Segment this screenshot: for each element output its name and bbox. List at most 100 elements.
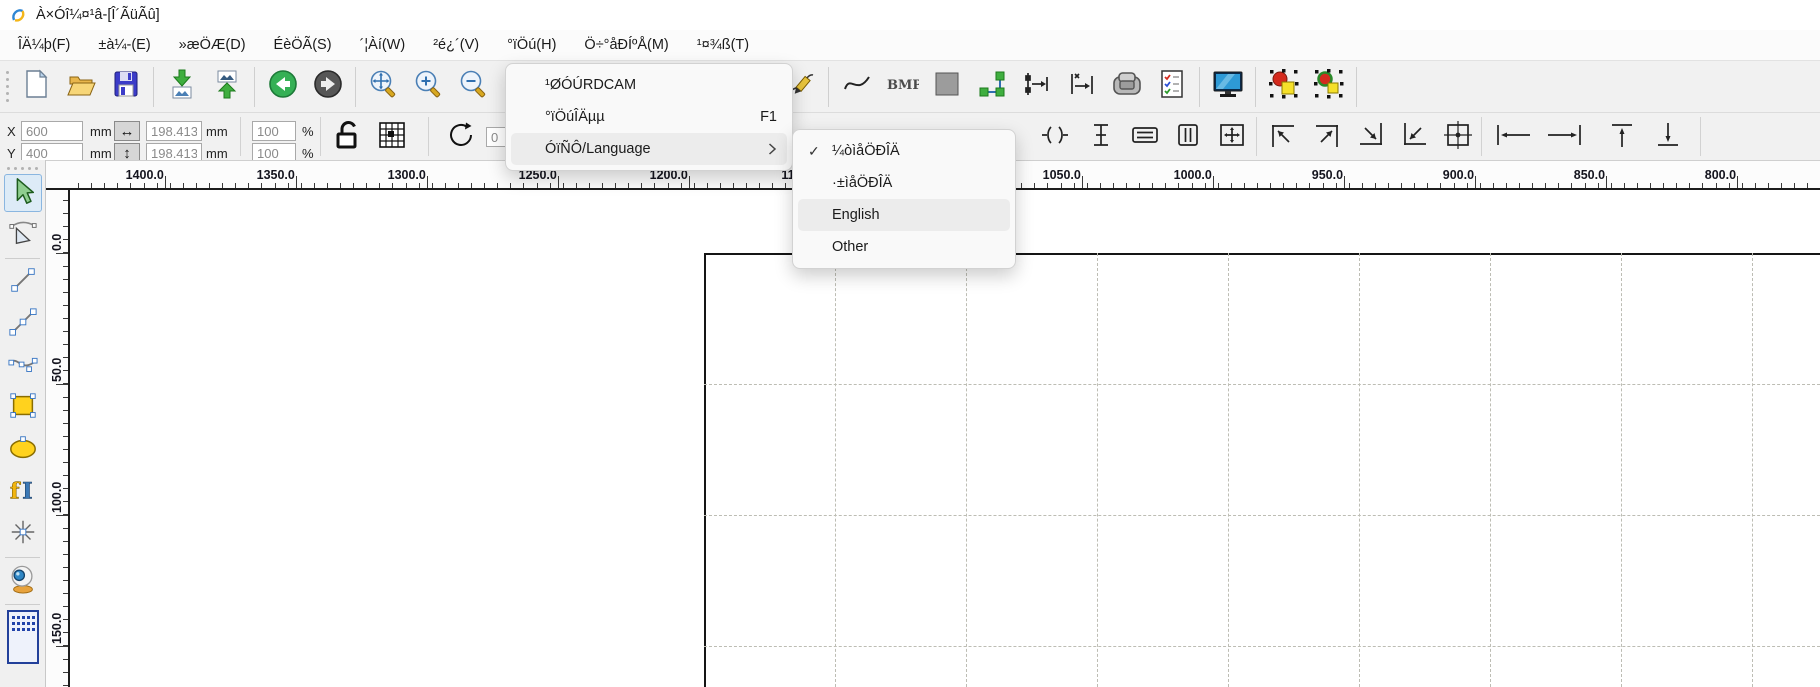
ruler-label: 150.0 (50, 613, 64, 644)
ellipse-icon (8, 433, 38, 468)
anchor-top-right-button[interactable] (1308, 118, 1346, 156)
title-bar: À×Óî¼¤¹â-[Î´ÃüÃû] (0, 0, 1820, 30)
new-file-button[interactable] (13, 64, 58, 110)
x-position-input[interactable] (21, 121, 83, 141)
center-box-button[interactable] (1213, 118, 1251, 156)
width-input[interactable] (146, 121, 202, 141)
y-label: Y (7, 146, 16, 161)
align-top-edge-icon (1605, 119, 1639, 156)
tool-polyline[interactable] (4, 305, 42, 343)
menu-item-english[interactable]: English (798, 199, 1010, 231)
menu-view[interactable]: ²é¿´(V) (419, 30, 493, 60)
anchor-bottom-left-button[interactable] (1396, 118, 1434, 156)
menu-item-simplified-chinese[interactable]: ✓ ¼òìåÖÐÎÄ (798, 135, 1010, 167)
fill-rect-icon (931, 68, 963, 105)
tool-point[interactable] (4, 515, 42, 553)
polyline-icon (8, 307, 38, 342)
menu-config[interactable]: ÉèÖÃ(S) (260, 30, 346, 60)
h-center-button[interactable] (1036, 118, 1074, 156)
machine-output-button[interactable] (1104, 64, 1149, 110)
open-file-button[interactable] (58, 64, 103, 110)
tool-line[interactable] (4, 263, 42, 301)
anchor-center-button[interactable] (1439, 118, 1477, 156)
tool-ellipse[interactable] (4, 431, 42, 469)
menu-item-other[interactable]: Other (798, 231, 1010, 263)
ruler-label: 100.0 (50, 482, 64, 513)
bmp-tool-button[interactable]: BMP (879, 64, 924, 110)
anchor-bottom-right-button[interactable] (1352, 118, 1390, 156)
anchor-center-icon (1443, 119, 1473, 156)
align-top-edge-button[interactable] (1602, 118, 1642, 156)
unlock-icon (332, 119, 364, 156)
menu-edit[interactable]: ±à¼-(E) (84, 30, 164, 60)
lock-ratio-button[interactable] (328, 118, 368, 156)
zoom-in-button[interactable] (406, 64, 451, 110)
ruler-label: 1000.0 (1174, 168, 1212, 182)
import-button[interactable] (159, 64, 204, 110)
menu-file[interactable]: ÎÄ¼þ(F) (4, 30, 84, 60)
vertical-ruler[interactable]: 0.0 50.0 100.0 150.0 (46, 190, 70, 687)
h-resize-toggle[interactable]: ↔ (114, 121, 140, 141)
h-space-button[interactable] (1126, 118, 1164, 156)
node-graph-icon (976, 68, 1008, 105)
menu-handle[interactable]: ´¦Àí(W) (346, 30, 420, 60)
rotate-button[interactable] (442, 118, 482, 156)
tool-select[interactable] (4, 174, 42, 212)
preview-monitor-button[interactable] (1205, 64, 1250, 110)
menu-item-about-rdcam[interactable]: ¹ØÓÚRDCAM (511, 69, 787, 101)
menu-item-label: ÓïÑÔ/Language (545, 141, 651, 157)
node-graph-button[interactable] (969, 64, 1014, 110)
v-center-icon (1086, 119, 1116, 156)
menu-item-language[interactable]: ÓïÑÔ/Language (511, 133, 787, 165)
tool-node-edit[interactable] (4, 216, 42, 254)
export-image-icon (211, 68, 243, 105)
align-right-edge-button[interactable] (1542, 118, 1588, 156)
scale-y-unit-label: % (302, 146, 314, 161)
toolbar-grip[interactable] (6, 71, 9, 102)
step-move-button[interactable] (1059, 64, 1104, 110)
text-icon: fI (8, 475, 38, 510)
tool-keyboard[interactable] (4, 609, 42, 669)
y-unit-label: mm (90, 146, 112, 161)
v-center-button[interactable] (1082, 118, 1120, 156)
scale-x-unit-label: % (302, 124, 314, 139)
menu-tools[interactable]: ¹¤¾ß(T) (683, 30, 763, 60)
tool-camera[interactable] (4, 562, 42, 600)
tool-rectangle[interactable] (4, 389, 42, 427)
tool-curve[interactable] (4, 347, 42, 385)
cut-list-button[interactable] (1149, 64, 1194, 110)
menu-help[interactable]: °ïÖú(H) (493, 30, 570, 60)
array-grid-button[interactable] (372, 118, 412, 156)
fill-rect-button[interactable] (924, 64, 969, 110)
svg-text:I: I (22, 478, 33, 504)
anchor-top-left-button[interactable] (1264, 118, 1302, 156)
color-select-b-button[interactable] (1306, 64, 1351, 110)
scale-x-input[interactable] (252, 121, 296, 141)
menu-draw[interactable]: »æÖÆ(D) (165, 30, 260, 60)
back-button[interactable] (260, 64, 305, 110)
back-arrow-icon (267, 68, 299, 105)
menu-shortcut: F1 (760, 109, 777, 125)
export-button[interactable] (204, 64, 249, 110)
curve-tool-button[interactable] (834, 64, 879, 110)
align-bottom-edge-button[interactable] (1648, 118, 1688, 156)
forward-button[interactable] (305, 64, 350, 110)
color-select-a-button[interactable] (1261, 64, 1306, 110)
menu-mainboard[interactable]: Ö÷°åÐÍºÅ(M) (570, 30, 682, 60)
anchor-top-right-icon (1312, 119, 1342, 156)
palette-grip[interactable] (0, 160, 45, 170)
import-image-icon (166, 68, 198, 105)
v-space-button[interactable] (1169, 118, 1207, 156)
offset-tool-button[interactable] (1014, 64, 1059, 110)
ruler-label: 1300.0 (388, 168, 426, 182)
zoom-out-button[interactable] (451, 64, 496, 110)
ruler-label: 0.0 (50, 234, 64, 251)
monitor-icon (1211, 68, 1245, 105)
menu-item-help-doc[interactable]: °ïÖúÎÄµµ F1 (511, 101, 787, 133)
toolbar-separator (1700, 117, 1701, 156)
tool-text[interactable]: fI (4, 473, 42, 511)
align-left-edge-button[interactable] (1490, 118, 1536, 156)
zoom-extents-button[interactable] (361, 64, 406, 110)
menu-item-traditional-chinese[interactable]: ·±ìåÖÐÎÄ (798, 167, 1010, 199)
save-file-button[interactable] (103, 64, 148, 110)
